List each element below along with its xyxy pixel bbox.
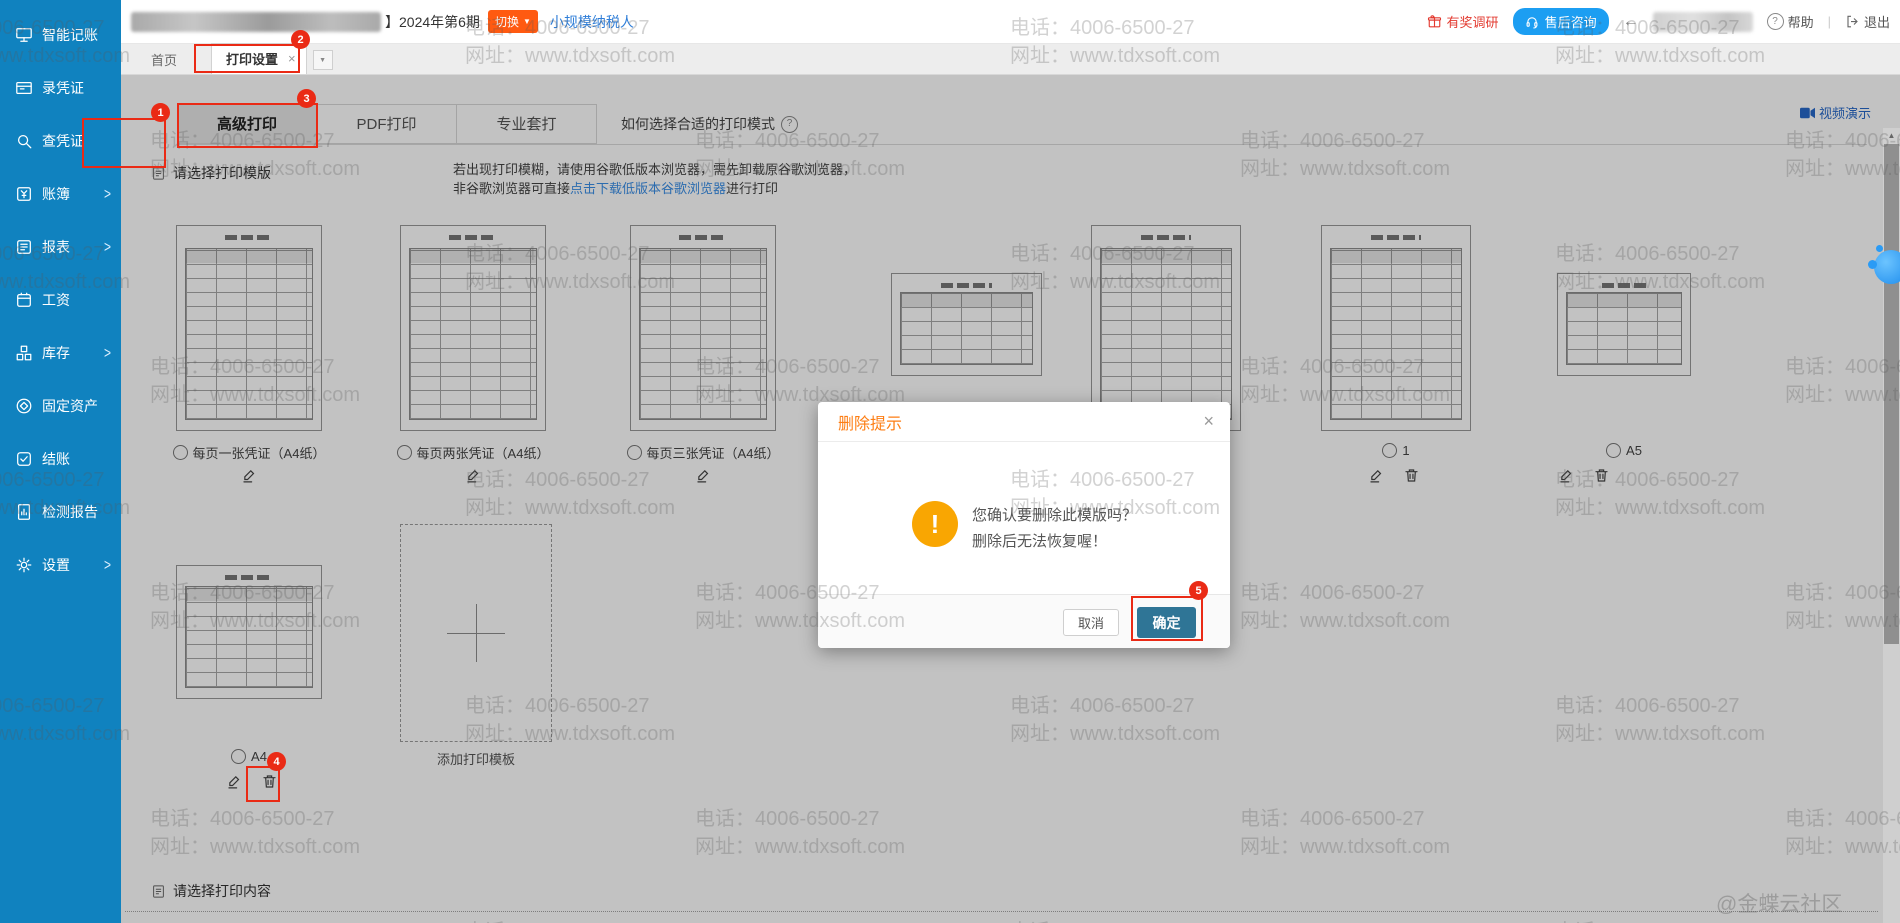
sidebar-item[interactable]: 库存 > (0, 326, 121, 379)
chevron-right-icon: > (103, 184, 111, 203)
sidebar-item-icon (15, 291, 33, 309)
sidebar-item-icon (15, 397, 33, 415)
support-button[interactable]: 售后咨询 (1512, 8, 1609, 35)
sidebar-item-label: 智能记账 (42, 26, 98, 43)
caret-down-icon: ▼ (522, 17, 531, 26)
tab-home[interactable]: 首页 (135, 45, 193, 74)
sidebar-item-label: 工资 (42, 291, 70, 308)
topbar: 】2024年第6期 切换▼ 小规模纳税人 有奖调研 售后咨询 ← ? 帮助 | (121, 0, 1900, 44)
sidebar-item-icon (15, 556, 33, 574)
period-label: 】2024年第6期 (385, 13, 480, 30)
company-name-redacted (131, 11, 381, 32)
taxpayer-type-label: 小规模纳税人 (549, 13, 634, 30)
sidebar-item[interactable]: 结账 (0, 432, 121, 485)
sidebar-item[interactable]: 查凭证 (0, 114, 121, 167)
sidebar-item-icon (15, 503, 33, 521)
sidebar-item-icon (15, 238, 33, 256)
sidebar-nav: 智能记账 录凭证 查凭证 账簿 > 报表 > 工资 库存 > 固定资产 结账 检… (0, 0, 121, 923)
main-area: 】2024年第6期 切换▼ 小规模纳税人 有奖调研 售后咨询 ← ? 帮助 | (121, 0, 1900, 923)
assistant-mascot[interactable] (1868, 245, 1900, 288)
warning-icon: ! (912, 501, 958, 547)
sidebar-item-icon (15, 26, 33, 44)
sidebar-item-icon (15, 132, 33, 150)
cancel-button[interactable]: 取消 (1063, 609, 1119, 636)
survey-link[interactable]: 有奖调研 (1427, 12, 1499, 31)
dialog-footer: 取消 确定 (818, 594, 1230, 648)
sidebar-item-label: 固定资产 (42, 397, 98, 414)
sidebar-item-label: 设置 (42, 556, 70, 573)
dialog-header: 删除提示 × (818, 402, 1230, 442)
logout-icon (1847, 15, 1858, 28)
scroll-up-arrow[interactable]: ▲ (1883, 128, 1900, 142)
headset-icon (1526, 16, 1538, 29)
back-arrow-icon[interactable]: ← (1623, 13, 1639, 31)
sidebar-item[interactable]: 检测报告 (0, 485, 121, 538)
close-dialog-icon[interactable]: × (1203, 411, 1214, 432)
question-circle-icon: ? (1766, 13, 1784, 30)
sidebar-item[interactable]: 报表 > (0, 220, 121, 273)
confirm-button[interactable]: 确定 (1137, 607, 1196, 638)
sidebar-item[interactable]: 工资 (0, 273, 121, 326)
sidebar-item-icon (15, 450, 33, 468)
sidebar-item-label: 查凭证 (42, 132, 84, 149)
tab-bar: 首页 打印设置 × ▼ (121, 43, 1900, 75)
sidebar-item-label: 结账 (42, 450, 70, 467)
dialog-message: 您确认要删除此模版吗？ 删除后无法恢复喔！ (972, 507, 1138, 550)
sidebar-item-icon (15, 344, 33, 362)
dialog-title: 删除提示 (838, 415, 903, 433)
dotted-divider (125, 911, 1878, 912)
sidebar-item-icon (15, 79, 33, 97)
scrollbar-thumb[interactable] (1884, 144, 1899, 644)
username-redacted (1652, 11, 1753, 32)
sidebar-item[interactable]: 固定资产 (0, 379, 121, 432)
sidebar-item-label: 检测报告 (42, 503, 98, 520)
gift-icon (1427, 15, 1441, 28)
chevron-right-icon: > (103, 555, 111, 574)
sidebar-item-label: 库存 (42, 344, 70, 361)
topbar-right: 有奖调研 售后咨询 ← ? 帮助 | 退出 (1427, 8, 1890, 35)
close-tab-icon[interactable]: × (288, 51, 296, 66)
sidebar-item-label: 录凭证 (42, 79, 84, 96)
sidebar-item[interactable]: 录凭证 (0, 61, 121, 114)
chevron-right-icon: > (103, 237, 111, 256)
sidebar-item[interactable]: 设置 > (0, 538, 121, 591)
sidebar-item[interactable]: 账簿 > (0, 167, 121, 220)
sidebar-item-label: 账簿 (42, 185, 70, 202)
app-window: 智能记账 录凭证 查凭证 账簿 > 报表 > 工资 库存 > 固定资产 结账 检… (0, 0, 1900, 923)
topbar-divider: | (1827, 14, 1831, 29)
help-link[interactable]: ? 帮助 (1766, 12, 1814, 31)
delete-confirm-dialog: 删除提示 × ! 您确认要删除此模版吗？ 删除后无法恢复喔！ 取消 确定 (818, 402, 1230, 648)
logout-link[interactable]: 退出 (1845, 12, 1890, 31)
switch-period-button[interactable]: 切换 ▼ (487, 10, 538, 33)
sidebar-item[interactable]: 智能记账 (0, 8, 121, 61)
sidebar-item-icon (15, 185, 33, 203)
sidebar-item-label: 报表 (42, 238, 70, 255)
chevron-right-icon: > (103, 343, 111, 362)
tab-print-settings[interactable]: 打印设置 × (211, 43, 307, 74)
tab-list-dropdown[interactable]: ▼ (312, 50, 333, 70)
